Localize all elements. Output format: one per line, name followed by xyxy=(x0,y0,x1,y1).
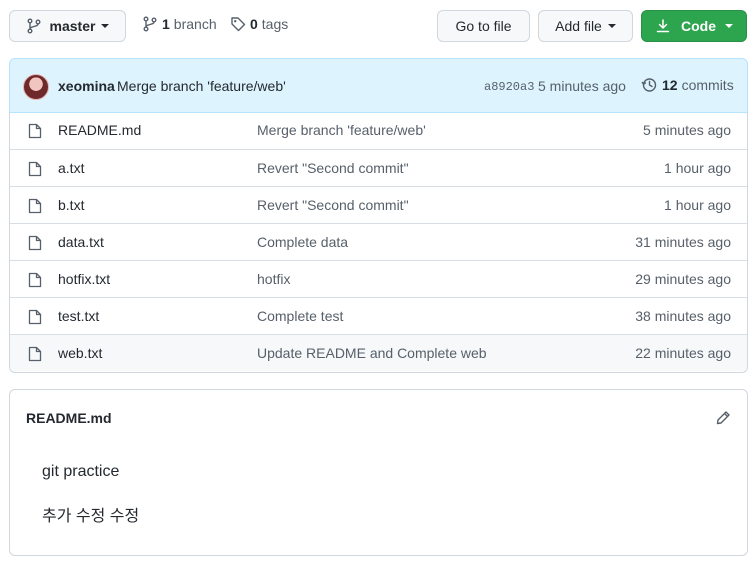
file-icon xyxy=(28,309,42,325)
file-commit-message[interactable]: hotfix xyxy=(257,271,290,287)
readme-panel: README.md git practice 추가 수정 수정 xyxy=(9,389,748,556)
file-row[interactable]: data.txt Complete data 31 minutes ago xyxy=(10,223,747,260)
add-file-label: Add file xyxy=(555,18,602,34)
file-commit-message[interactable]: Complete test xyxy=(257,308,343,324)
latest-commit-bar: xeomina Merge branch 'feature/web' a8920… xyxy=(9,58,748,113)
file-row[interactable]: test.txt Complete test 38 minutes ago xyxy=(10,297,747,334)
commit-count: 12 xyxy=(662,77,678,93)
file-icon xyxy=(28,346,42,362)
file-commit-message[interactable]: Revert "Second commit" xyxy=(257,197,409,213)
tag-icon xyxy=(231,17,246,32)
file-commit-age: 5 minutes ago xyxy=(643,122,731,138)
branch-count: 1 xyxy=(162,16,170,32)
file-row[interactable]: web.txt Update README and Complete web 22 … xyxy=(10,334,747,371)
file-name[interactable]: a.txt xyxy=(58,160,84,176)
file-commit-age: 29 minutes ago xyxy=(635,271,731,287)
readme-line: git practice xyxy=(42,463,120,480)
tag-count-label: tags xyxy=(261,16,289,32)
file-commit-age: 22 minutes ago xyxy=(635,345,731,361)
file-commit-age: 31 minutes ago xyxy=(635,234,731,250)
file-name[interactable]: README.md xyxy=(58,122,141,138)
file-commit-message[interactable]: Merge branch 'feature/web' xyxy=(257,122,426,138)
file-icon xyxy=(28,235,42,251)
commit-author[interactable]: xeomina xyxy=(58,78,115,94)
file-commit-message[interactable]: Complete data xyxy=(257,234,348,250)
avatar[interactable] xyxy=(23,74,49,100)
pencil-icon[interactable] xyxy=(715,410,731,426)
git-branch-icon xyxy=(143,16,157,32)
tag-count: 0 xyxy=(250,16,258,32)
file-commit-age: 1 hour ago xyxy=(664,160,731,176)
go-to-file-label: Go to file xyxy=(455,18,512,34)
branch-select-button[interactable]: master xyxy=(9,10,126,42)
add-file-button[interactable]: Add file xyxy=(538,10,633,42)
git-branch-icon xyxy=(27,18,41,34)
file-row[interactable]: hotfix.txt hotfix 29 minutes ago xyxy=(10,260,747,297)
code-button-label: Code xyxy=(681,18,716,34)
file-name[interactable]: test.txt xyxy=(58,308,99,324)
file-icon xyxy=(28,198,42,214)
file-name[interactable]: b.txt xyxy=(58,197,84,213)
file-commit-age: 38 minutes ago xyxy=(635,308,731,324)
download-icon xyxy=(656,19,670,33)
tag-count-link[interactable]: 0 tags xyxy=(230,16,288,32)
file-row[interactable]: a.txt Revert "Second commit" 1 hour ago xyxy=(10,149,747,186)
file-row[interactable]: b.txt Revert "Second commit" 1 hour ago xyxy=(10,186,747,223)
commit-time: 5 minutes ago xyxy=(538,78,626,94)
file-commit-age: 1 hour ago xyxy=(664,197,731,213)
file-commit-message[interactable]: Update README and Complete web xyxy=(257,345,487,361)
go-to-file-button[interactable]: Go to file xyxy=(437,10,530,42)
branch-count-link[interactable]: 1 branch xyxy=(142,16,217,32)
readme-title[interactable]: README.md xyxy=(26,410,112,426)
file-row[interactable]: README.md Merge branch 'feature/web' 5 min… xyxy=(10,112,747,149)
file-icon xyxy=(28,272,42,288)
commit-count-label: commits xyxy=(681,77,734,93)
file-name[interactable]: web.txt xyxy=(58,345,102,361)
chevron-down-icon xyxy=(725,24,733,28)
chevron-down-icon xyxy=(607,24,616,28)
branch-count-label: branch xyxy=(173,16,217,32)
file-name[interactable]: hotfix.txt xyxy=(58,271,110,287)
file-name[interactable]: data.txt xyxy=(58,234,104,250)
chevron-down-icon xyxy=(101,24,110,28)
file-icon xyxy=(28,161,42,177)
commit-sha[interactable]: a8920a3 xyxy=(484,80,534,94)
history-icon xyxy=(641,78,657,92)
file-list: README.md Merge branch 'feature/web' 5 min… xyxy=(9,112,748,373)
commit-history-link[interactable]: 12 commits xyxy=(641,77,734,93)
commit-message[interactable]: Merge branch 'feature/web' xyxy=(117,78,286,94)
code-button[interactable]: Code xyxy=(641,10,747,42)
branch-select-label: master xyxy=(49,18,96,34)
file-commit-message[interactable]: Revert "Second commit" xyxy=(257,160,409,176)
file-icon xyxy=(28,123,42,139)
readme-line: 추가 수정 수정 xyxy=(42,508,140,525)
